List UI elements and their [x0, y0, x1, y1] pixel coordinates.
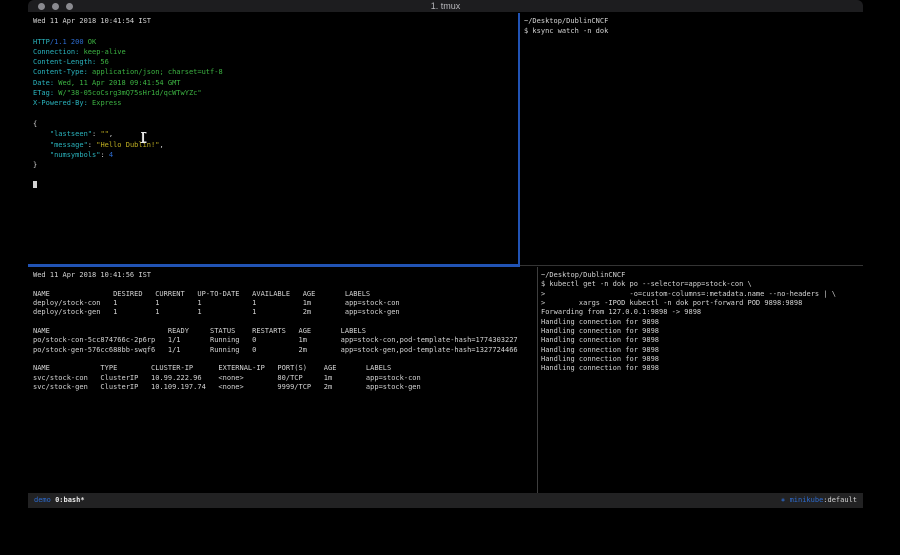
header-name: Date:	[33, 79, 54, 87]
header-name: Content-Type:	[33, 68, 88, 76]
command-line: $ kubectl get -n dok po --selector=app=s…	[541, 280, 863, 289]
status-bar-left: demo 0:bash*	[34, 493, 85, 508]
blank-line	[33, 109, 518, 119]
json-entry-line: "numsymbols": 4	[33, 150, 518, 160]
json-string-value: ""	[100, 130, 108, 138]
services-table-row: svc/stock-gen ClusterIP 10.109.197.74 <n…	[33, 383, 537, 392]
http-header-line: Content-Type: application/json; charset=…	[33, 67, 518, 77]
header-name: X-Powered-By:	[33, 99, 88, 107]
desktop-background: 1. tmux Wed 11 Apr 2018 10:41:54 IST HTT…	[0, 0, 900, 555]
blank-line	[33, 355, 537, 364]
header-value: W/"38-05coCsrg3mQ75sHr1d/qcWTwYZc"	[54, 89, 202, 97]
services-table-row: svc/stock-con ClusterIP 10.99.222.96 <no…	[33, 374, 537, 383]
http-header-line: Date: Wed, 11 Apr 2018 09:41:54 GMT	[33, 78, 518, 88]
handling-connection-line: Handling connection for 9898	[541, 364, 863, 373]
timestamp-line: Wed 11 Apr 2018 10:41:54 IST	[33, 16, 518, 26]
pods-table-row: po/stock-con-5cc874766c-2p6rp 1/1 Runnin…	[33, 336, 537, 345]
handling-connection-line: Handling connection for 9898	[541, 355, 863, 364]
json-key: "numsymbols"	[33, 151, 100, 159]
json-number-value: 4	[109, 151, 113, 159]
forwarding-status-line: Forwarding from 127.0.0.1:9898 -> 9898	[541, 308, 863, 317]
command-line: $ ksync watch -n dok	[524, 26, 863, 36]
header-value: 56	[96, 58, 109, 66]
json-open-brace: {	[33, 119, 518, 129]
deployments-table-row: deploy/stock-con 1 1 1 1 1m app=stock-co…	[33, 299, 537, 308]
command-continuation-line: > xargs -IPOD kubectl -n dok port-forwar…	[541, 299, 863, 308]
services-table-header: NAME TYPE CLUSTER-IP EXTERNAL-IP PORT(S)…	[33, 364, 537, 373]
pane-kubectl-resources[interactable]: Wed 11 Apr 2018 10:41:56 IST NAME DESIRE…	[28, 267, 537, 493]
json-separator: :	[100, 151, 108, 159]
shell-cursor	[33, 181, 37, 188]
handling-connection-line: Handling connection for 9898	[541, 318, 863, 327]
text-cursor-pointer-icon	[140, 132, 147, 143]
handling-connection-line: Handling connection for 9898	[541, 336, 863, 345]
json-comma: ,	[159, 141, 163, 149]
kube-namespace: :default	[823, 496, 857, 504]
window-tab-bash[interactable]: 0:bash*	[55, 496, 85, 504]
pods-table-row: po/stock-gen-576cc688bb-swqf6 1/1 Runnin…	[33, 346, 537, 355]
json-key: "lastseen"	[33, 130, 92, 138]
header-name: Content-Length:	[33, 58, 96, 66]
header-value: Express	[88, 99, 122, 107]
json-comma: ,	[109, 130, 113, 138]
working-directory-line: ~/Desktop/DublinCNCF	[541, 271, 863, 280]
http-status-line: HTTP/1.1 200 OK	[33, 37, 518, 47]
json-separator: :	[88, 141, 96, 149]
http-header-line: Connection: keep-alive	[33, 47, 518, 57]
kubernetes-helm-icon: ⎈	[781, 496, 789, 504]
blank-line	[33, 280, 537, 289]
pane-ksync-watch[interactable]: ~/Desktop/DublinCNCF $ ksync watch -n do…	[520, 13, 863, 264]
json-entry-line: "message": "Hello Dublin!",	[33, 140, 518, 150]
window-titlebar[interactable]: 1. tmux	[28, 0, 863, 13]
pane-divider-horizontal-right[interactable]	[520, 265, 863, 266]
pods-table-header: NAME READY STATUS RESTARTS AGE LABELS	[33, 327, 537, 336]
json-entry-line: "lastseen": "",	[33, 129, 518, 139]
tmux-terminal: Wed 11 Apr 2018 10:41:54 IST HTTP/1.1 20…	[28, 13, 863, 493]
json-key: "message"	[33, 141, 88, 149]
json-close-brace: }	[33, 160, 518, 170]
header-value: Wed, 11 Apr 2018 09:41:54 GMT	[54, 79, 180, 87]
blank-line	[33, 170, 518, 180]
http-header-line: X-Powered-By: Express	[33, 98, 518, 108]
window-title: 1. tmux	[28, 0, 863, 13]
blank-line	[33, 26, 518, 36]
command-continuation-line: > -o=custom-columns=:metadata.name --no-…	[541, 290, 863, 299]
handling-connection-line: Handling connection for 9898	[541, 327, 863, 336]
deployments-table-row: deploy/stock-gen 1 1 1 1 2m app=stock-ge…	[33, 308, 537, 317]
header-name: ETag:	[33, 89, 54, 97]
http-header-line: ETag: W/"38-05coCsrg3mQ75sHr1d/qcWTwYZc"	[33, 88, 518, 98]
header-value: application/json; charset=utf-8	[88, 68, 223, 76]
terminal-window: 1. tmux Wed 11 Apr 2018 10:41:54 IST HTT…	[28, 0, 863, 508]
http-status-text: OK	[84, 38, 97, 46]
prompt-line	[33, 181, 518, 191]
http-header-line: Content-Length: 56	[33, 57, 518, 67]
tmux-status-bar: demo 0:bash* ⎈ minikube:default	[28, 493, 863, 508]
status-bar-right: ⎈ minikube:default	[781, 493, 857, 508]
kube-context: minikube	[790, 496, 824, 504]
header-name: Connection:	[33, 48, 79, 56]
pane-http-response[interactable]: Wed 11 Apr 2018 10:41:54 IST HTTP/1.1 20…	[28, 13, 518, 264]
header-value: keep-alive	[79, 48, 125, 56]
json-string-value: "Hello Dublin!"	[96, 141, 159, 149]
pane-port-forward[interactable]: ~/Desktop/DublinCNCF $ kubectl get -n do…	[538, 267, 863, 493]
blank-line	[33, 318, 537, 327]
timestamp-line: Wed 11 Apr 2018 10:41:56 IST	[33, 271, 537, 280]
handling-connection-line: Handling connection for 9898	[541, 346, 863, 355]
working-directory-line: ~/Desktop/DublinCNCF	[524, 16, 863, 26]
deployments-table-header: NAME DESIRED CURRENT UP-TO-DATE AVAILABL…	[33, 290, 537, 299]
http-protocol: HTTP	[33, 38, 50, 46]
session-name: demo	[34, 496, 51, 504]
http-version-code: /1.1 200	[50, 38, 84, 46]
